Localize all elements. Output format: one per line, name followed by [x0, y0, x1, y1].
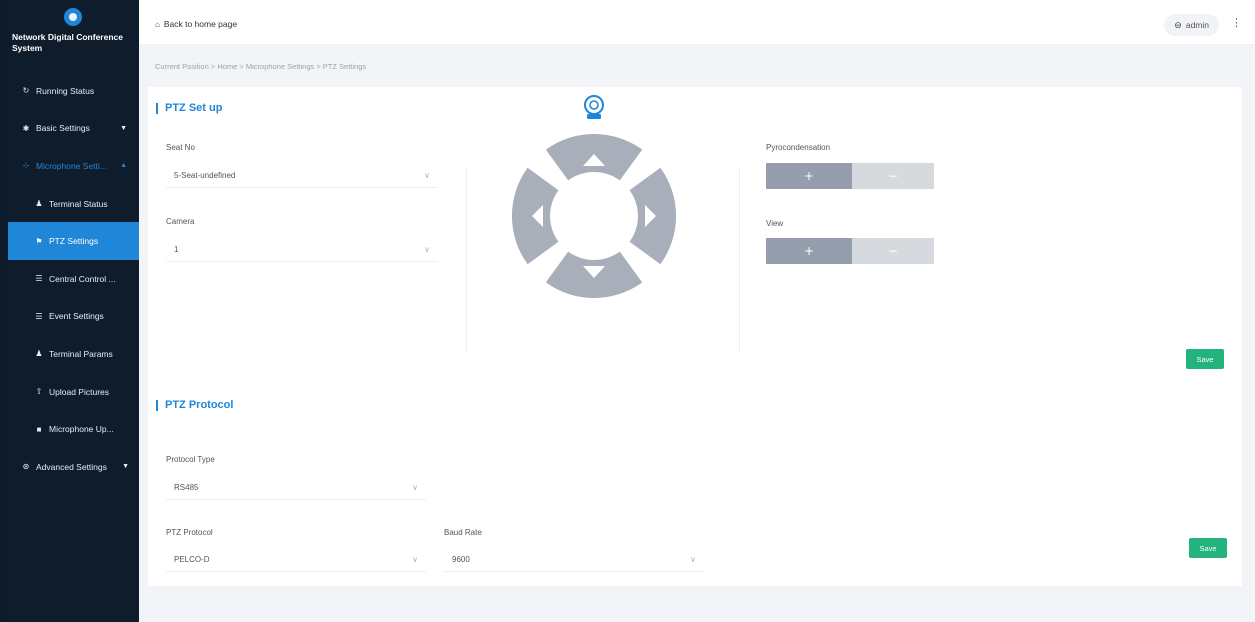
protocol-type-label: Protocol Type [166, 455, 215, 464]
refresh-icon: ↻ [22, 86, 30, 96]
sidebar-item-label: PTZ Settings [49, 236, 99, 247]
sidebar-item-basic-settings[interactable]: ✱ Basic Settings ▼ [8, 110, 139, 148]
sidebar-item-running-status[interactable]: ↻ Running Status [8, 72, 139, 110]
ptz-protocol-title: PTZ Protocol [156, 399, 233, 411]
username: admin [1185, 20, 1209, 30]
upload-icon: ⇧ [35, 387, 43, 397]
brand: Network Digital Conference System [8, 0, 139, 72]
view-label: View [766, 219, 784, 228]
ptz-card: PTZ Set up Seat No 5-Seat-undefined ∨ Ca… [148, 87, 1242, 586]
sidebar-item-label: Basic Settings [36, 123, 90, 134]
view-plus-button[interactable]: + [766, 238, 852, 264]
sidebar-item-label: Running Status [36, 85, 95, 96]
chevron-down-icon: ∨ [690, 555, 696, 564]
sidebar-item-label: Terminal Status [49, 198, 108, 209]
sidebar-item-label: Terminal Params [49, 348, 113, 359]
chevron-down-icon: ∨ [412, 555, 418, 564]
sidebar-item-label: Event Settings [49, 311, 104, 322]
sidebar-item-microphone-upgrade[interactable]: ■ Microphone Up... [8, 410, 139, 448]
sidebar: Network Digital Conference System ↻ Runn… [8, 0, 139, 622]
camera-label: Camera [166, 217, 195, 226]
camera-icon [584, 95, 604, 119]
ptz-protocol-label: PTZ Protocol [166, 528, 213, 537]
user-icon: ♟ [35, 199, 43, 209]
top-bar: ⌂ Back to home page ⊖ admin ⋮ [139, 0, 1255, 45]
sidebar-item-label: Advanced Settings [36, 461, 107, 472]
sidebar-item-terminal-status[interactable]: ♟ Terminal Status [8, 185, 139, 223]
chevron-down-icon: ▼ [122, 463, 129, 471]
pyrocondensation-plus-button[interactable]: + [766, 163, 852, 189]
users-icon: ♟ [35, 349, 43, 359]
user-menu-button[interactable]: ⊖ admin [1164, 14, 1219, 36]
sidebar-item-label: Microphone Setti... [36, 160, 107, 171]
flag-icon: ⚑ [35, 236, 43, 246]
seat-no-label: Seat No [166, 143, 195, 152]
ptz-protocol-select[interactable]: PELCO-D ∨ [166, 548, 426, 572]
sidebar-item-event-settings[interactable]: ☰ Event Settings [8, 298, 139, 336]
sidebar-item-upload-pictures[interactable]: ⇧ Upload Pictures [8, 373, 139, 411]
back-to-home-link[interactable]: ⌂ Back to home page [155, 19, 237, 29]
settings-icon: ⊛ [22, 462, 30, 472]
app-logo-icon [64, 8, 82, 26]
chip-icon: ■ [36, 424, 42, 434]
chevron-down-icon: ∨ [412, 483, 418, 492]
sidebar-item-ptz-settings[interactable]: ⚑ PTZ Settings [8, 222, 139, 260]
sidebar-item-label: Central Control ... [49, 273, 116, 284]
pyrocondensation-label: Pyrocondensation [766, 143, 831, 152]
camera-value: 1 [174, 245, 179, 254]
sidebar-item-terminal-params[interactable]: ♟ Terminal Params [8, 335, 139, 373]
ptz-direction-pad [511, 95, 677, 299]
baud-rate-value: 9600 [452, 555, 470, 564]
window-edge [0, 0, 8, 622]
ptz-protocol-save-button[interactable]: Save [1189, 538, 1227, 558]
view-control: + − [766, 238, 934, 264]
main-content: Current Position > Home > Microphone Set… [139, 45, 1255, 622]
view-minus-button[interactable]: − [852, 238, 934, 264]
camera-select[interactable]: 1 ∨ [166, 238, 438, 262]
chevron-down-icon: ▼ [120, 124, 127, 132]
ptz-setup-title: PTZ Set up [156, 102, 222, 114]
baud-rate-select[interactable]: 9600 ∨ [444, 548, 704, 572]
ptz-setup-save-button[interactable]: Save [1186, 349, 1224, 369]
pyrocondensation-control: + − [766, 163, 934, 189]
microphone-icon: ⊹ [22, 161, 30, 171]
protocol-type-value: RS485 [174, 483, 199, 492]
chevron-down-icon: ∨ [424, 245, 430, 254]
sidebar-item-central-control[interactable]: ☰ Central Control ... [8, 260, 139, 298]
gear-icon: ✱ [22, 123, 30, 133]
baud-rate-label: Baud Rate [444, 528, 482, 537]
seat-no-select[interactable]: 5-Seat-undefined ∨ [166, 164, 438, 188]
breadcrumb: Current Position > Home > Microphone Set… [155, 62, 367, 71]
more-menu-icon[interactable]: ⋮ [1231, 17, 1242, 28]
divider-left [466, 167, 467, 352]
list-icon: ☰ [35, 274, 43, 284]
sidebar-item-label: Microphone Up... [49, 424, 114, 435]
sidebar-item-advanced-settings[interactable]: ⊛ Advanced Settings ▼ [8, 448, 139, 486]
app-title: Network Digital Conference System [12, 32, 123, 53]
back-link-label: Back to home page [163, 19, 238, 29]
sidebar-item-microphone-settings[interactable]: ⊹ Microphone Setti... ▲ [8, 147, 139, 185]
ptz-protocol-value: PELCO-D [174, 555, 210, 564]
list-icon: ☰ [35, 311, 43, 321]
seat-no-value: 5-Seat-undefined [174, 171, 236, 180]
sidebar-item-label: Upload Pictures [49, 386, 110, 397]
home-icon: ⌂ [155, 19, 160, 29]
chevron-up-icon: ▲ [120, 162, 127, 170]
protocol-type-select[interactable]: RS485 ∨ [166, 476, 426, 500]
pyrocondensation-minus-button[interactable]: − [852, 163, 934, 189]
user-icon: ⊖ [1174, 19, 1182, 30]
chevron-down-icon: ∨ [424, 171, 430, 180]
divider-right [739, 167, 740, 352]
